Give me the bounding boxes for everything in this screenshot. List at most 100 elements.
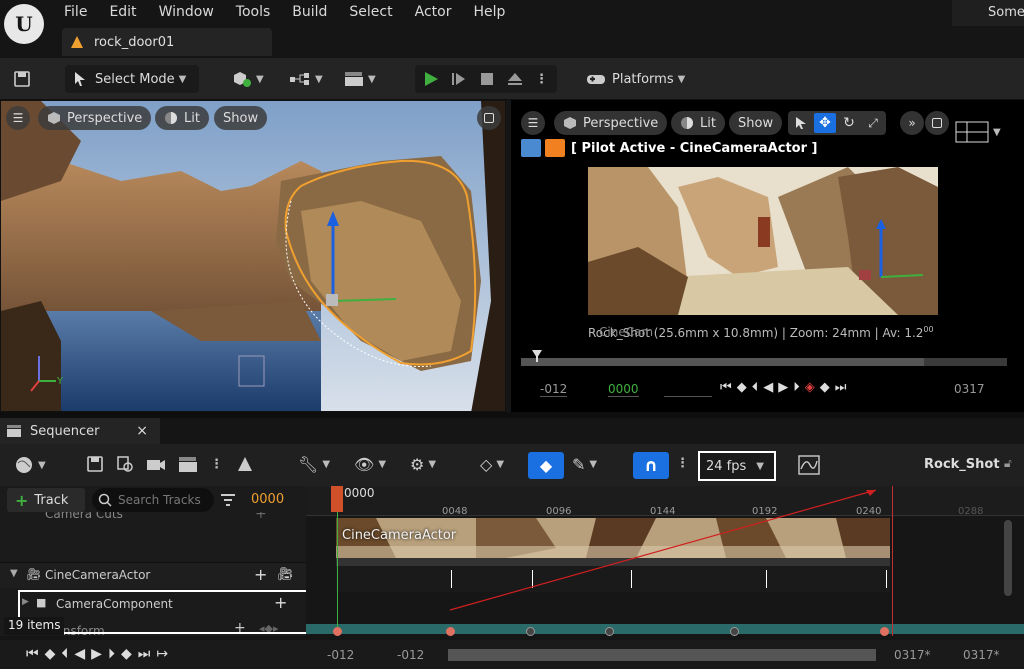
play-icon[interactable]: ▶ xyxy=(778,380,788,395)
jump-to-start-icon[interactable]: ⏮ xyxy=(26,646,39,662)
auto-key-toggle[interactable]: ◆ xyxy=(528,452,564,479)
add-component-icon[interactable]: + xyxy=(254,565,267,584)
maximize-viewport-button[interactable] xyxy=(477,106,501,130)
menu-help[interactable]: Help xyxy=(473,4,505,20)
cinematics-button[interactable]: ▼ xyxy=(340,65,382,93)
lit-button[interactable]: Lit xyxy=(671,111,725,135)
perspective-button[interactable]: Perspective xyxy=(554,111,668,135)
record-key-icon[interactable]: ◈ xyxy=(805,380,815,395)
sequencer-tab[interactable]: Sequencer × xyxy=(0,418,160,444)
more-options-icon[interactable]: ⋮ xyxy=(210,457,223,472)
collapse-arrow-icon[interactable]: ▼ xyxy=(10,568,18,579)
scale-tool-icon[interactable]: ⤢ xyxy=(862,113,884,133)
view-end-field[interactable]: 0317* xyxy=(963,648,1000,662)
menu-build[interactable]: Build xyxy=(292,4,327,20)
work-start-field[interactable]: -012 xyxy=(397,648,424,662)
menu-select[interactable]: Select xyxy=(349,4,392,20)
layout-button[interactable]: ▼ xyxy=(955,120,1001,144)
jump-to-end-icon[interactable]: ⏭ xyxy=(835,380,847,395)
select-mode-dropdown[interactable]: Select Mode ▼ xyxy=(65,65,199,93)
previous-key-icon[interactable]: ◆ xyxy=(45,646,56,662)
transform-key[interactable] xyxy=(880,627,889,636)
clapperboard-icon[interactable] xyxy=(178,455,198,473)
filter-icon[interactable] xyxy=(221,494,235,506)
level-viewport[interactable]: Y ☰ Perspective Lit Show xyxy=(0,100,506,412)
move-tool-icon[interactable]: ✥ xyxy=(814,113,836,133)
menu-edit[interactable]: Edit xyxy=(109,4,136,20)
jump-to-start-icon[interactable]: ⏮ xyxy=(720,380,732,395)
menu-tools[interactable]: Tools xyxy=(236,4,271,20)
preview-scrub-bar[interactable] xyxy=(521,358,1007,366)
user-menu[interactable]: Some xyxy=(952,0,1024,26)
add-actor-button[interactable]: ▼ xyxy=(228,65,268,93)
curve-editor-button[interactable] xyxy=(798,455,820,479)
close-icon[interactable]: × xyxy=(136,423,148,439)
transform-key[interactable] xyxy=(333,627,342,636)
preview-current-time[interactable]: 0000 xyxy=(608,382,639,397)
expand-toolbar-button[interactable]: » xyxy=(900,111,924,135)
frame-rate-dropdown[interactable]: 24 fps ▼ xyxy=(698,451,776,481)
timeline-scrollbar[interactable] xyxy=(448,649,876,661)
edit-options-dropdown[interactable]: ✎ ▼ xyxy=(572,455,597,474)
platforms-dropdown[interactable]: Platforms ▼ xyxy=(586,65,696,93)
transform-key[interactable] xyxy=(526,627,535,636)
menu-file[interactable]: File xyxy=(64,4,87,20)
eject-icon[interactable] xyxy=(507,71,523,87)
lock-icon[interactable]: 🔓︎ xyxy=(1004,456,1012,471)
tools-dropdown[interactable]: 🔧︎ ▼ xyxy=(298,455,330,474)
view-start-field[interactable]: -012 xyxy=(327,648,354,662)
camera-viewport[interactable]: ☰ Perspective Lit Show ✥ ↻ ⤢ » ▼ [Pilot… xyxy=(511,100,1024,412)
play-icon[interactable]: ▶ xyxy=(91,646,102,662)
view-options-dropdown[interactable]: 👁︎ ▼ xyxy=(354,455,386,474)
search-tracks-input[interactable]: Search Tracks xyxy=(92,488,214,512)
camera-options-icon[interactable]: 🎥︎ xyxy=(277,567,294,582)
sequencer-timeline[interactable]: 0048 0096 0144 0192 0240 0288 CineCamera… xyxy=(306,486,1024,636)
menu-window[interactable]: Window xyxy=(159,4,214,20)
preview-start-time[interactable]: -012 xyxy=(540,382,568,397)
viewport-menu-button[interactable]: ☰ xyxy=(521,111,545,135)
more-options-icon[interactable]: ⋮ xyxy=(535,72,548,87)
find-in-browser-icon[interactable] xyxy=(116,455,134,473)
save-button[interactable] xyxy=(8,65,36,93)
camera-cuts-track[interactable]: Camera Cuts + xyxy=(0,512,306,526)
camera-cut-icon[interactable] xyxy=(235,455,255,473)
step-forward-icon[interactable]: ⏵ xyxy=(793,380,800,395)
play-reverse-icon[interactable]: ◀ xyxy=(74,646,85,662)
playback-options-dropdown[interactable]: ⚙ ▼ xyxy=(410,455,436,474)
snapping-toggle[interactable]: ∩ xyxy=(633,452,669,479)
current-frame-field[interactable]: 0000 xyxy=(251,492,284,507)
viewport-menu-button[interactable]: ☰ xyxy=(6,106,30,130)
show-button[interactable]: Show xyxy=(729,111,783,135)
playhead-handle[interactable] xyxy=(331,486,343,512)
perspective-button[interactable]: Perspective xyxy=(38,106,152,130)
jump-to-end-icon[interactable]: ⏭ xyxy=(138,646,151,662)
transform-key-track[interactable] xyxy=(306,624,1024,634)
rotate-tool-icon[interactable]: ↻ xyxy=(838,113,860,133)
loop-icon[interactable]: ↦ xyxy=(156,646,168,662)
eject-pilot-icon[interactable] xyxy=(521,139,541,157)
next-key-icon[interactable]: ◆ xyxy=(121,646,132,662)
stop-icon[interactable] xyxy=(479,71,495,87)
step-back-icon[interactable]: ⏴ xyxy=(752,380,759,395)
lit-button[interactable]: Lit xyxy=(155,106,209,130)
blueprint-button[interactable]: ▼ xyxy=(285,65,327,93)
cine-camera-actor-track[interactable]: ▼ 🎥︎ CineCameraActor + 🎥︎ xyxy=(0,562,306,588)
step-forward-icon[interactable]: ⏵ xyxy=(108,646,115,662)
menu-actor[interactable]: Actor xyxy=(415,4,452,20)
save-icon[interactable] xyxy=(86,455,104,473)
transform-key[interactable] xyxy=(730,627,739,636)
render-movie-icon[interactable] xyxy=(146,455,166,473)
end-range-line[interactable] xyxy=(892,486,893,636)
previous-key-icon[interactable]: ◆ xyxy=(737,380,747,395)
add-track-button[interactable]: + Track xyxy=(7,488,85,512)
add-cut-icon[interactable]: + xyxy=(255,512,267,522)
transform-key[interactable] xyxy=(446,627,455,636)
transform-key[interactable] xyxy=(605,627,614,636)
preview-end-time[interactable]: 0317 xyxy=(954,382,985,396)
track-vertical-scrollbar[interactable] xyxy=(1004,520,1012,596)
select-cursor-icon[interactable] xyxy=(790,113,812,133)
play-icon[interactable] xyxy=(423,71,439,87)
key-options-dropdown[interactable]: ◇ ▼ xyxy=(480,455,504,474)
preview-playhead-icon[interactable] xyxy=(532,350,542,362)
show-button[interactable]: Show xyxy=(214,106,268,130)
